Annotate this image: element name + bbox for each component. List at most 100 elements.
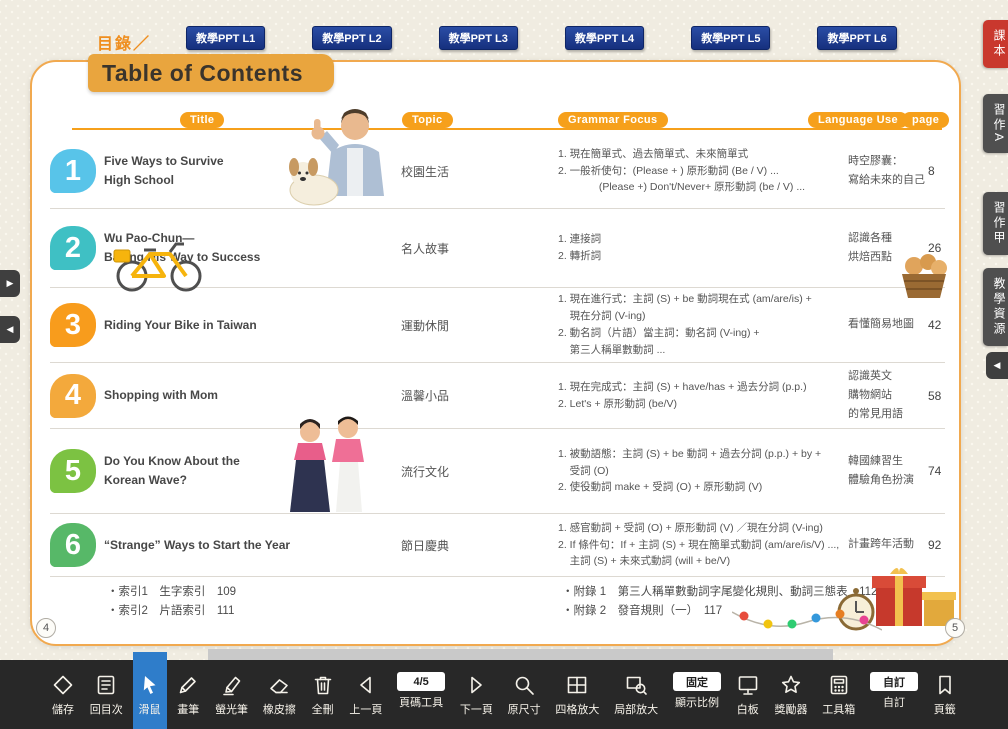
unit-number-badge[interactable]: 5 bbox=[50, 449, 96, 493]
pen-icon bbox=[176, 672, 200, 698]
ppt-button-l5[interactable]: 教學PPT L5 bbox=[691, 26, 770, 50]
unit-language-use: 認識各種 烘焙西點 bbox=[848, 229, 928, 268]
page-number-right: 5 bbox=[945, 618, 965, 638]
footnote-line: ・附錄 1 第三人稱單數動詞字尾變化規則、動詞三態表 112 bbox=[562, 583, 877, 602]
tool-label: 工具箱 bbox=[822, 701, 855, 717]
toc-rows: 1Five Ways to Survive High School校園生活 1. … bbox=[50, 134, 945, 577]
column-header-page: page bbox=[902, 112, 949, 128]
toc-row-unit-5: 5Do You Know About the Korean Wave?流行文化1… bbox=[50, 429, 945, 514]
magnifier-icon bbox=[512, 672, 536, 698]
unit-title[interactable]: Riding Your Bike in Taiwan bbox=[104, 316, 384, 335]
ppt-button-l1[interactable]: 教學PPT L1 bbox=[186, 26, 265, 50]
triangle-right-icon bbox=[464, 672, 488, 698]
tool-original-size[interactable]: 原尺寸 bbox=[503, 660, 546, 729]
side-tab-rail: 課本習作A 習作甲教學資源 bbox=[982, 0, 1008, 660]
tool-label: 四格放大 bbox=[555, 701, 599, 717]
ppt-button-row: 教學PPT L1 教學PPT L2 教學PPT L3 教學PPT L4 教學PPT L5… bbox=[186, 26, 897, 50]
unit-page-number: 58 bbox=[928, 389, 945, 403]
unit-number-badge[interactable]: 1 bbox=[50, 149, 96, 193]
unit-number-badge[interactable]: 2 bbox=[50, 226, 96, 270]
triangle-left-icon bbox=[354, 672, 378, 698]
unit-page-number: 26 bbox=[928, 241, 945, 255]
column-header-language-use: Language Use bbox=[808, 112, 908, 128]
chevron-left-icon: ◀ bbox=[7, 324, 14, 335]
page-kicker: 目錄／ bbox=[97, 30, 151, 54]
unit-badge-cell: 2 bbox=[50, 226, 104, 270]
tool-delete-all[interactable]: 全刪 bbox=[306, 660, 340, 729]
tool-label: 局部放大 bbox=[614, 701, 658, 717]
unit-topic: 節日慶典 bbox=[384, 537, 558, 554]
unit-title[interactable]: Wu Pao-Chun— Baking His Way to Success bbox=[104, 229, 384, 266]
tool-area-zoom[interactable]: 局部放大 bbox=[609, 660, 663, 729]
unit-title[interactable]: Shopping with Mom bbox=[104, 386, 384, 405]
side-tab-workbook-a[interactable]: 習作A bbox=[983, 94, 1008, 153]
side-tab-textbook[interactable]: 課本 bbox=[983, 20, 1008, 68]
tool-highlighter[interactable]: 螢光筆 bbox=[210, 660, 253, 729]
tool-save[interactable]: 儲存 bbox=[46, 660, 80, 729]
unit-title[interactable]: Five Ways to Survive High School bbox=[104, 152, 384, 189]
unit-language-use: 計畫跨年活動 bbox=[848, 535, 928, 554]
page-number-left: 4 bbox=[36, 618, 56, 638]
toc-row-unit-6: 6 “Strange” Ways to Start the Year節日慶典1. … bbox=[50, 514, 945, 577]
tool-custom[interactable]: 自訂自訂 bbox=[865, 660, 923, 729]
tool-toolbox[interactable]: 工具箱 bbox=[817, 660, 860, 729]
unit-language-use: 韓國練習生 體驗角色扮演 bbox=[848, 452, 928, 491]
tool-four-grid-zoom[interactable]: 四格放大 bbox=[550, 660, 604, 729]
tool-label: 上一頁 bbox=[349, 701, 382, 717]
unit-number-badge[interactable]: 6 bbox=[50, 523, 96, 567]
chevron-left-icon: ◀ bbox=[994, 360, 1001, 371]
footnote-line: ・索引2 片語索引 111 bbox=[107, 602, 236, 621]
star-icon bbox=[779, 672, 803, 698]
tool-label: 橡皮擦 bbox=[263, 701, 296, 717]
side-tab-workbook-jia[interactable]: 習作甲 bbox=[983, 192, 1008, 255]
ppt-button-l2[interactable]: 教學PPT L2 bbox=[312, 26, 391, 50]
tool-reward[interactable]: 獎勵器 bbox=[769, 660, 812, 729]
unit-badge-cell: 5 bbox=[50, 449, 104, 493]
toolbox-icon bbox=[827, 672, 851, 698]
page-number-chip: 4/5 bbox=[397, 672, 445, 691]
eraser-icon bbox=[267, 672, 291, 698]
column-header-topic: Topic bbox=[402, 112, 453, 128]
unit-badge-cell: 1 bbox=[50, 149, 104, 193]
tool-prev-page[interactable]: 上一頁 bbox=[344, 660, 387, 729]
toc-row-unit-4: 4Shopping with Mom溫馨小品1. 現在完成式：主詞 (S) + … bbox=[50, 363, 945, 429]
unit-language-use: 時空膠囊： 寫給未來的自己 bbox=[848, 152, 928, 191]
tool-label: 獎勵器 bbox=[774, 701, 807, 717]
tool-page-tabs[interactable]: 頁籤 bbox=[928, 660, 962, 729]
column-header-grammar-focus: Grammar Focus bbox=[558, 112, 668, 128]
whiteboard-icon bbox=[736, 672, 760, 698]
tool-display-ratio[interactable]: 固定顯示比例 bbox=[668, 660, 726, 729]
unit-number-badge[interactable]: 3 bbox=[50, 303, 96, 347]
tool-pen[interactable]: 畫筆 bbox=[171, 660, 205, 729]
unit-number-badge[interactable]: 4 bbox=[50, 374, 96, 418]
tool-back-to-toc[interactable]: 回目次 bbox=[85, 660, 128, 729]
ppt-button-l3[interactable]: 教學PPT L3 bbox=[439, 26, 518, 50]
toc-page: Title Topic Grammar Focus Language Use p… bbox=[30, 60, 961, 646]
tool-label: 顯示比例 bbox=[675, 694, 719, 710]
unit-grammar: 1. 被動語態：主詞 (S) + be 動詞 + 過去分詞 (p.p.) + b… bbox=[558, 446, 848, 496]
tool-label: 畫筆 bbox=[177, 701, 199, 717]
tool-label: 回目次 bbox=[90, 701, 123, 717]
unit-grammar: 1. 感官動詞 + 受詞 (O) + 原形動詞 (V) ／現在分詞 (V-ing… bbox=[558, 520, 848, 570]
ppt-button-l6[interactable]: 教學PPT L6 bbox=[817, 26, 896, 50]
tool-mouse[interactable]: 滑鼠 bbox=[133, 652, 167, 729]
tool-page-number-tool[interactable]: 4/5頁碼工具 bbox=[392, 660, 450, 729]
tool-whiteboard[interactable]: 白板 bbox=[731, 660, 765, 729]
tool-next-page[interactable]: 下一頁 bbox=[455, 660, 498, 729]
toc-row-unit-3: 3Riding Your Bike in Taiwan運動休閒1. 現在進行式：… bbox=[50, 288, 945, 363]
unit-title[interactable]: “Strange” Ways to Start the Year bbox=[104, 536, 384, 555]
page-forward-button[interactable]: ▶ bbox=[0, 270, 20, 297]
area-zoom-icon bbox=[624, 672, 648, 698]
side-tab-teaching-resources[interactable]: 教學資源 bbox=[983, 268, 1008, 346]
bookmark-icon bbox=[933, 672, 957, 698]
unit-badge-cell: 6 bbox=[50, 523, 104, 567]
toc-banner-title: Table of Contents bbox=[102, 60, 303, 87]
column-header-title: Title bbox=[180, 112, 224, 128]
tool-eraser[interactable]: 橡皮擦 bbox=[258, 660, 301, 729]
unit-title[interactable]: Do You Know About the Korean Wave? bbox=[104, 452, 384, 489]
unit-topic: 校園生活 bbox=[384, 163, 558, 180]
page-back-button[interactable]: ◀ bbox=[0, 316, 20, 343]
ppt-button-l4[interactable]: 教學PPT L4 bbox=[565, 26, 644, 50]
footnote-line: ・索引1 生字索引 109 bbox=[107, 583, 236, 602]
right-collapse-button[interactable]: ◀ bbox=[986, 352, 1008, 379]
